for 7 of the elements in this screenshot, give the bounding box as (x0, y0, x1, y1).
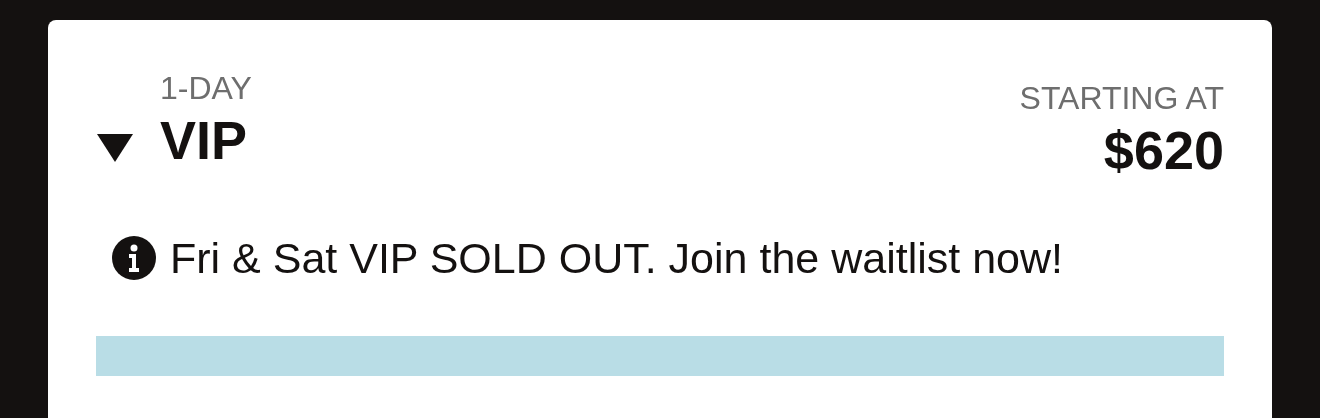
price-label: STARTING AT (1019, 79, 1224, 118)
info-icon (112, 236, 156, 280)
ticket-duration: 1-DAY (160, 69, 253, 108)
ticket-price: $620 (1103, 119, 1224, 182)
caret-icon[interactable] (97, 134, 133, 164)
sold-out-notice: Fri & Sat VIP SOLD OUT. Join the waitlist now! (170, 233, 1063, 284)
ticket-name: VIP (160, 109, 249, 172)
